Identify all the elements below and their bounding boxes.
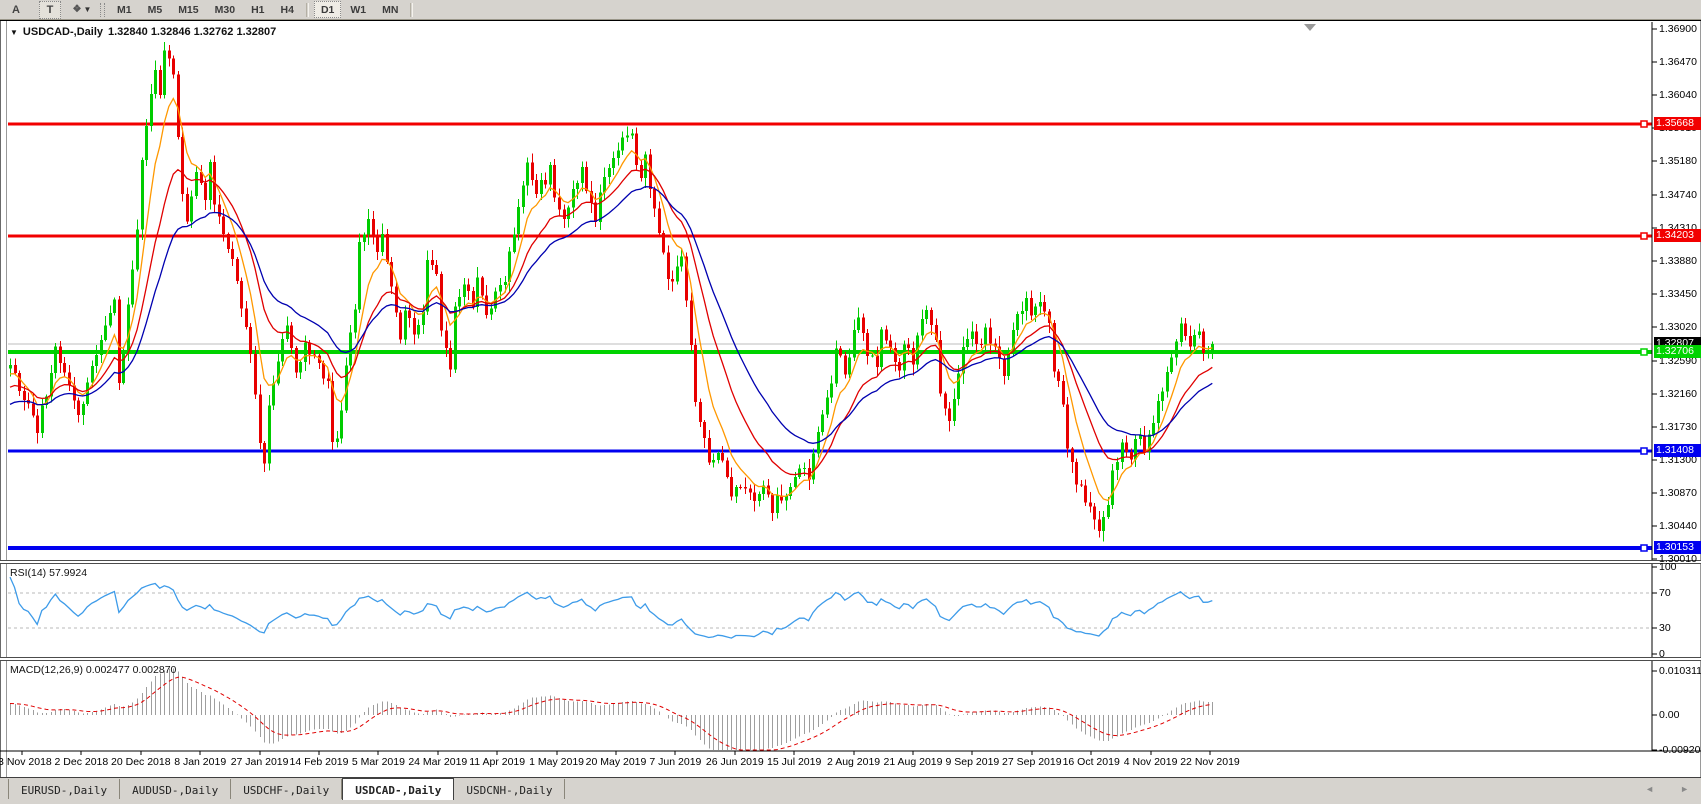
tab-usdchf-daily[interactable]: USDCHF-,Daily: [231, 779, 342, 799]
rsi-line: [10, 577, 1212, 638]
tab-audusd-daily[interactable]: AUDUSD-,Daily: [120, 779, 231, 799]
toolbar-separator: [306, 3, 309, 17]
chart-tabbar: EURUSD-,DailyAUDUSD-,DailyUSDCHF-,DailyU…: [0, 777, 1701, 804]
tab-scroll-right-icon[interactable]: ►: [1680, 784, 1689, 794]
mt4-terminal: { "toolbar": { "tools": [ {"id":"text-to…: [0, 0, 1701, 803]
candles: [9, 42, 1214, 541]
tab-scroll-left-icon[interactable]: ◄: [1645, 784, 1654, 794]
timeframe-button-m5[interactable]: M5: [141, 1, 170, 18]
label-tool-button[interactable]: T: [39, 1, 61, 19]
toolbar-separator: [410, 3, 413, 17]
tab-eurusd-daily[interactable]: EURUSD-,Daily: [8, 779, 120, 799]
diamond-style-icon: ❖: [73, 4, 82, 15]
chart-shift-marker-icon[interactable]: [1304, 24, 1316, 31]
chevron-down-icon: ▼: [84, 5, 92, 14]
toolbar-grip: [100, 3, 105, 17]
macd-histogram: [11, 668, 1213, 750]
macd-header: MACD(12,26,9) 0.002477 0.002870: [10, 664, 176, 676]
chart-symbol-label: USDCAD-,Daily: [23, 26, 103, 38]
timeframe-button-m1[interactable]: M1: [110, 1, 139, 18]
timeframe-button-m30[interactable]: M30: [208, 1, 242, 18]
symbol-dropdown-icon[interactable]: ▼: [10, 28, 18, 37]
chart-title: ▼ USDCAD-,Daily 1.32840 1.32846 1.32762 …: [10, 26, 276, 38]
timeframe-button-m15[interactable]: M15: [171, 1, 205, 18]
rsi-value: 57.9924: [49, 567, 87, 579]
panel-splitter-macd[interactable]: [0, 657, 1701, 661]
tab-scroll-arrows: ◄ ►: [1645, 784, 1689, 794]
chart-window[interactable]: ▼ USDCAD-,Daily 1.32840 1.32846 1.32762 …: [0, 20, 1701, 777]
top-toolbar: A T ❖ ▼ M1M5M15M30H1H4 D1W1MN: [0, 0, 1701, 20]
timeframe-button-h4[interactable]: H4: [274, 1, 301, 18]
timeframe-button-w1[interactable]: W1: [343, 1, 373, 18]
panel-splitter-rsi[interactable]: [0, 560, 1701, 564]
hline-handle[interactable]: [1641, 233, 1647, 239]
hline-handle[interactable]: [1641, 448, 1647, 454]
chart-ohlc-values: 1.32840 1.32846 1.32762 1.32807: [108, 26, 276, 38]
hline-handle[interactable]: [1641, 349, 1647, 355]
price-chart-canvas[interactable]: [0, 21, 1701, 778]
object-style-button[interactable]: ❖ ▼: [71, 1, 93, 19]
timeframe-group: M1M5M15M30H1H4 D1W1MN: [109, 1, 406, 18]
tab-usdcad-daily[interactable]: USDCAD-,Daily: [342, 778, 454, 800]
rsi-header: RSI(14) 57.9924: [10, 567, 87, 579]
macd-values: 0.002477 0.002870: [86, 664, 177, 676]
hline-handle[interactable]: [1641, 121, 1647, 127]
macd-name: MACD(12,26,9): [10, 664, 83, 676]
tab-usdcnh-daily[interactable]: USDCNH-,Daily: [454, 779, 565, 799]
text-tool-button[interactable]: A: [5, 1, 27, 19]
timeframe-button-h1[interactable]: H1: [244, 1, 271, 18]
timeframe-button-d1[interactable]: D1: [314, 1, 341, 18]
hline-handle[interactable]: [1641, 545, 1647, 551]
tabs-holder: EURUSD-,DailyAUDUSD-,DailyUSDCHF-,DailyU…: [0, 778, 565, 800]
rsi-name: RSI(14): [10, 567, 46, 579]
timeframe-button-mn[interactable]: MN: [375, 1, 405, 18]
